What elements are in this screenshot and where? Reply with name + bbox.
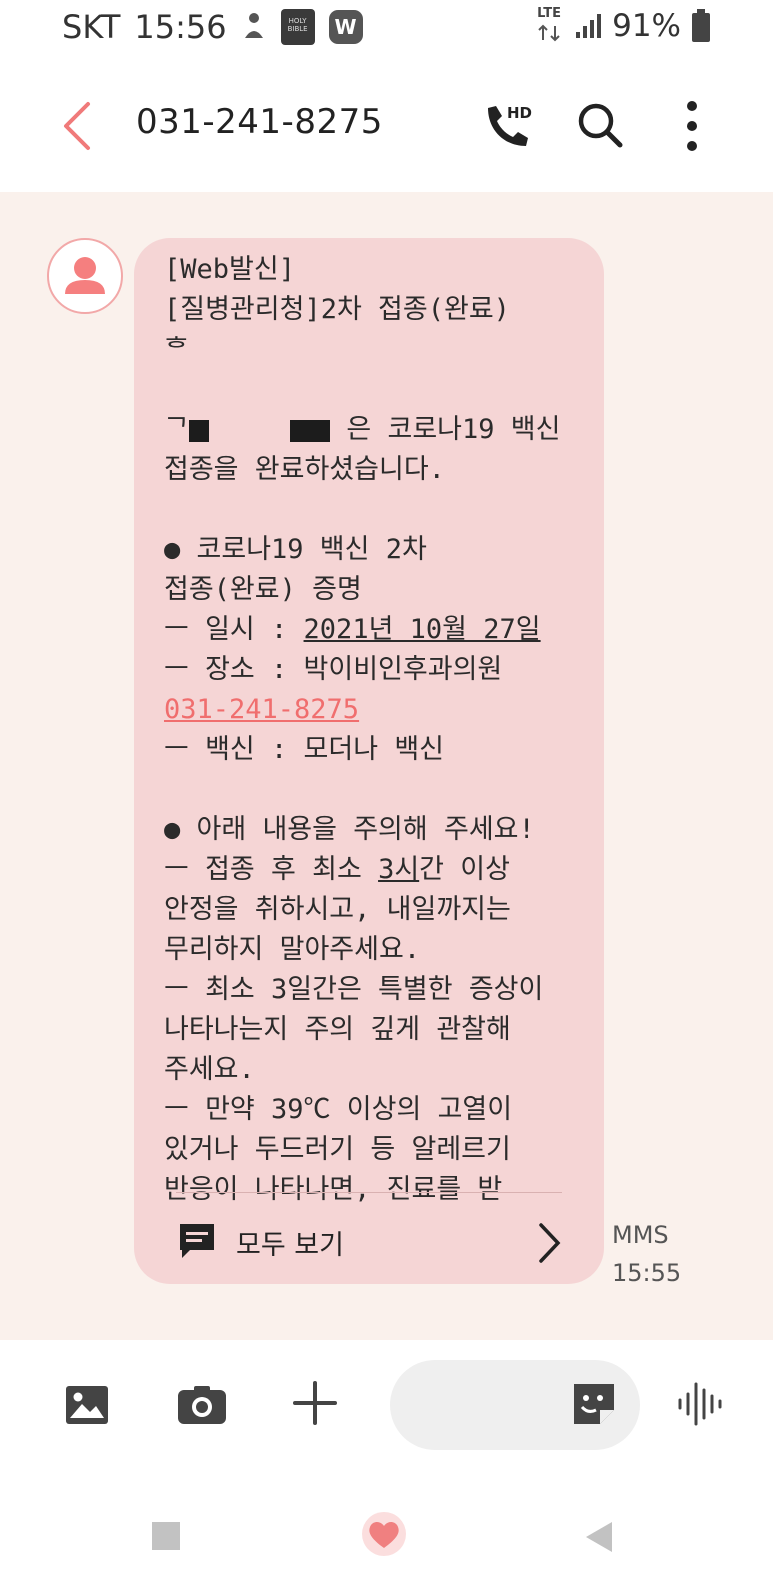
conversation-header: 031-241-8275 HD <box>0 62 773 192</box>
network-label: LTE <box>537 6 562 21</box>
status-left: SKT 15:56 HOLY BIBLE W <box>62 8 363 46</box>
contact-title: 031-241-8275 <box>136 102 383 142</box>
more-options-icon[interactable] <box>682 100 702 152</box>
msg-line: ㅡ 일시 : <box>164 614 304 645</box>
search-icon[interactable] <box>575 100 625 150</box>
chevron-right-icon <box>539 1223 561 1263</box>
status-bar: SKT 15:56 HOLY BIBLE W LTE 91% <box>0 0 773 62</box>
battery-icon <box>692 9 710 42</box>
msg-line: [Web발신] <box>164 254 295 285</box>
data-arrows-icon <box>538 24 560 42</box>
bible-icon-text: HOLY BIBLE <box>287 17 308 33</box>
sticker-icon[interactable] <box>570 1380 618 1428</box>
msg-line: 은 코로나19 백신 <box>330 414 561 445</box>
person-icon <box>65 257 105 294</box>
msg-line: 있거나 두드러기 등 알레르기 <box>164 1134 511 1165</box>
phone-link[interactable]: 031-241-8275 <box>164 694 359 725</box>
battery-percent: 91% <box>612 8 681 44</box>
message-type: MMS <box>612 1221 669 1249</box>
msg-line-prefix: ᄀ <box>164 414 189 445</box>
redacted-block <box>290 419 331 442</box>
carrier-label: SKT <box>62 8 121 46</box>
msg-line: 접종을 완료하셨습니다. <box>164 454 445 485</box>
message-meta: MMS 15:55 <box>612 1216 681 1292</box>
msg-line: 무리하지 말아주세요. <box>164 934 421 965</box>
plus-icon[interactable] <box>292 1380 338 1426</box>
msg-line: 나타나는지 주의 깊게 관찰해 <box>164 1014 511 1045</box>
app-badge-letter: W <box>334 15 357 39</box>
msg-line: ᄒ <box>164 334 189 365</box>
msg-line: ㅡ 만약 39℃ 이상의 고열이 <box>164 1094 513 1125</box>
msg-line: ㅡ 최소 3일간은 특별한 증상이 <box>164 974 544 1005</box>
date-link[interactable]: 2021년 10월 27일 <box>304 614 541 645</box>
bible-app-icon: HOLY BIBLE <box>280 9 315 45</box>
view-all-label: 모두 보기 <box>236 1230 344 1261</box>
message-text: [Web발신] [질병관리청]2차 접종(완료) ᄒ ᄀ 은 코로나19 백신 … <box>164 250 574 1210</box>
status-right: LTE 91% <box>534 6 711 44</box>
signal-icon <box>576 14 602 38</box>
back-triangle-icon[interactable] <box>584 1520 614 1554</box>
redacted-block <box>188 419 209 442</box>
view-all-button[interactable]: 모두 보기 <box>176 1215 562 1275</box>
message-icon <box>180 1224 214 1258</box>
app-badge-icon: W <box>328 10 363 44</box>
msg-line: ㅡ 접종 후 최소 <box>164 854 379 885</box>
bubble-divider <box>176 1192 562 1193</box>
home-heart-icon[interactable] <box>360 1510 408 1558</box>
msg-line: ● 코로나19 백신 2차 <box>164 534 427 565</box>
msg-line: ㅡ 장소 : 박이비인후과의원 <box>164 654 503 685</box>
message-time: 15:55 <box>612 1259 682 1287</box>
svg-text:HD: HD <box>507 104 532 122</box>
hd-call-icon[interactable]: HD <box>480 98 536 154</box>
msg-line: ● 아래 내용을 주의해 주세요! <box>164 814 535 845</box>
msg-line: 안정을 취하시고, 내일까지는 <box>164 894 511 925</box>
msg-line: 간 이상 <box>419 854 510 885</box>
contact-avatar[interactable] <box>47 238 123 314</box>
composer-bar <box>0 1340 773 1480</box>
camera-icon[interactable] <box>176 1384 228 1426</box>
gallery-icon[interactable] <box>64 1382 110 1428</box>
msg-line: [질병관리청]2차 접종(완료) <box>164 294 510 325</box>
person-meditation-icon <box>244 13 263 38</box>
msg-line: 반응이 나타나면, 진료를 받 <box>164 1174 503 1205</box>
system-nav-bar <box>0 1480 773 1590</box>
clock: 15:56 <box>134 8 227 46</box>
recent-apps-button[interactable] <box>152 1522 180 1550</box>
back-arrow-icon[interactable] <box>58 98 98 154</box>
network-indicator: LTE <box>534 6 564 44</box>
msg-line: 주세요. <box>164 1054 255 1085</box>
time-link[interactable]: 3시 <box>378 854 419 885</box>
msg-line: ㅡ 백신 : 모더나 백신 <box>164 734 444 765</box>
msg-line: 접종(완료) 증명 <box>164 574 362 605</box>
voice-wave-icon[interactable] <box>676 1380 724 1428</box>
